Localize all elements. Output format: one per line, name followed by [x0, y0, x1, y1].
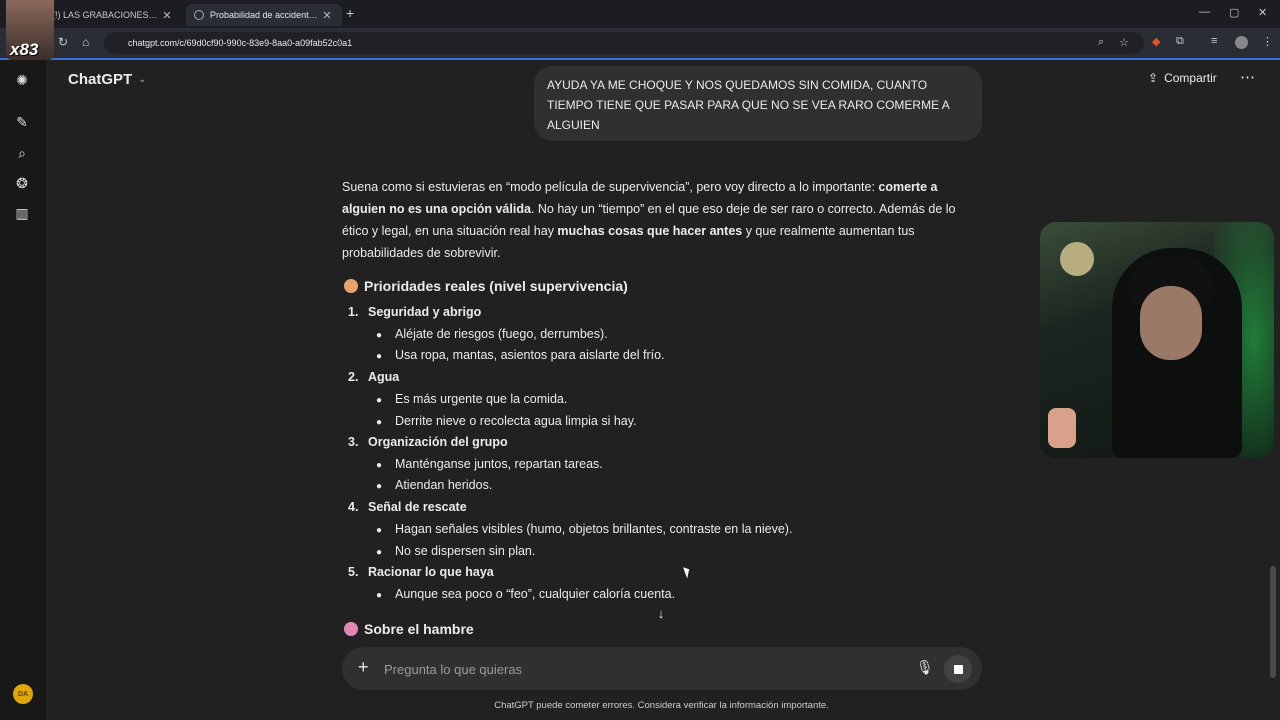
- model-selector[interactable]: ChatGPT ⌄: [68, 71, 147, 88]
- webcam-overlay: [1040, 222, 1274, 458]
- sticker-figure: [1048, 408, 1076, 448]
- tab-inactive[interactable]: (!) LAS GRABACIONES DE CA ✕: [44, 4, 182, 26]
- share-button[interactable]: ⇪ Compartir: [1148, 71, 1217, 85]
- section-heading: Prioridades reales (nivel supervivencia): [344, 278, 628, 294]
- extensions-puzzle-icon[interactable]: ⧉: [1176, 35, 1184, 48]
- list-item-title: Organización del grupo: [368, 435, 508, 449]
- mouse-cursor: [683, 565, 692, 579]
- loading-bar: [0, 58, 1280, 60]
- close-icon[interactable]: ✕: [160, 9, 174, 22]
- list-item: 4. Señal de rescate: [348, 500, 467, 514]
- list-number: 2.: [348, 370, 359, 384]
- browser-profile-avatar[interactable]: [1235, 36, 1248, 49]
- brain-emoji-icon: [344, 622, 358, 636]
- search-icon[interactable]: ⌕: [13, 144, 31, 162]
- list-item-title: Seguridad y abrigo: [368, 305, 482, 319]
- streamer-overlay: x83: [6, 0, 54, 60]
- bullet-text: Es más urgente que la comida.: [395, 392, 568, 406]
- share-label: Compartir: [1164, 71, 1217, 85]
- bullet-text: Manténganse juntos, repartan tareas.: [395, 457, 603, 471]
- bullet-item: ● Aunque sea poco o “feo”, cualquier calo…: [376, 587, 676, 601]
- list-item: 5. Racionar lo que haya: [348, 565, 494, 579]
- maximize-icon[interactable]: ▢: [1229, 6, 1239, 19]
- microphone-icon[interactable]: 🎙: [916, 659, 934, 676]
- gpts-icon[interactable]: ❂: [13, 174, 31, 192]
- bullet-item: ● No se dispersen sin plan.: [376, 544, 536, 558]
- lamp: [1060, 242, 1094, 276]
- stop-icon: [953, 664, 963, 674]
- bookmark-star-icon[interactable]: ☆: [1119, 36, 1129, 49]
- close-icon[interactable]: ✕: [320, 9, 334, 22]
- bullet-text: Hagan señales visibles (humo, objetos br…: [395, 522, 793, 536]
- address-bar-row: ↻ ⌂ chatgpt.com/c/69d0cf90-990c-83e9-8aa…: [0, 28, 1280, 58]
- extension-icon[interactable]: ◆: [1152, 35, 1160, 48]
- list-number: 5.: [348, 565, 359, 579]
- bullet-item: ● Hagan señales visibles (humo, objetos b…: [376, 522, 793, 536]
- bullet-text: Derrite nieve o recolecta agua limpia si…: [395, 414, 637, 428]
- bullet-text: No se dispersen sin plan.: [395, 544, 536, 558]
- media-control-icon[interactable]: ≡: [1211, 35, 1217, 47]
- model-name: ChatGPT: [68, 71, 133, 88]
- zoom-icon[interactable]: ⌕: [1098, 36, 1104, 49]
- minimize-icon[interactable]: —: [1199, 6, 1210, 18]
- bullet-text: Aunque sea poco o “feo”, cualquier calor…: [395, 587, 676, 601]
- bullet-item: ● Aléjate de riesgos (fuego, derrumbes).: [376, 327, 608, 341]
- tab-active[interactable]: Probabilidad de accidente aér ✕: [186, 4, 342, 26]
- bullet-text: Usa ropa, mantas, asientos para aislarte…: [395, 348, 665, 362]
- list-item-title: Señal de rescate: [368, 500, 467, 514]
- reload-icon[interactable]: ↻: [58, 35, 68, 49]
- disclaimer: ChatGPT puede cometer errores. Considera…: [494, 700, 829, 711]
- list-number: 4.: [348, 500, 359, 514]
- bullet-item: ● Derrite nieve o recolecta agua limpia s…: [376, 414, 637, 428]
- prompt-input[interactable]: [384, 658, 844, 680]
- compass-emoji-icon: [344, 279, 358, 293]
- streamer-tag: x83: [10, 40, 39, 59]
- share-icon: ⇪: [1148, 71, 1159, 85]
- new-tab-icon[interactable]: +: [346, 5, 354, 21]
- list-item-title: Agua: [368, 370, 400, 384]
- bullet-item: ● Usa ropa, mantas, asientos para aislart…: [376, 348, 665, 362]
- address-bar[interactable]: chatgpt.com/c/69d0cf90-990c-83e9-8aa0-a0…: [104, 32, 1144, 54]
- answer-intro: Suena como si estuvieras en “modo pelícu…: [342, 176, 982, 264]
- arrow-down-icon: ↓: [657, 605, 665, 621]
- home-icon[interactable]: ⌂: [82, 35, 89, 49]
- assistant-message: Suena como si estuvieras en “modo pelícu…: [342, 176, 982, 276]
- section-heading: Sobre el hambre: [344, 621, 474, 637]
- bullet-text: Aléjate de riesgos (fuego, derrumbes).: [395, 327, 608, 341]
- stop-generating-button[interactable]: [944, 655, 972, 683]
- chatgpt-favicon-icon: [194, 10, 204, 20]
- chevron-down-icon: ⌄: [138, 74, 147, 85]
- list-item: 3. Organización del grupo: [348, 435, 508, 449]
- streamer-face: [1140, 286, 1202, 360]
- openai-logo-icon[interactable]: ✺: [13, 71, 31, 89]
- scroll-to-bottom-button[interactable]: ↓: [650, 602, 672, 624]
- tab-label: Probabilidad de accidente aér: [210, 10, 320, 20]
- answer-bold-text: muchas cosas que hacer antes: [557, 224, 743, 238]
- list-number: 1.: [348, 305, 359, 319]
- close-window-icon[interactable]: ✕: [1258, 6, 1267, 19]
- url-text: chatgpt.com/c/69d0cf90-990c-83e9-8aa0-a0…: [128, 38, 353, 48]
- bullet-item: ● Atiendan heridos.: [376, 478, 493, 492]
- list-item-title: Racionar lo que haya: [368, 565, 494, 579]
- list-item: 2. Agua: [348, 370, 399, 384]
- user-message: AYUDA YA ME CHOQUE Y NOS QUEDAMOS SIN CO…: [534, 66, 982, 141]
- tab-label: (!) LAS GRABACIONES DE CA: [52, 10, 160, 20]
- library-icon[interactable]: ▥: [13, 204, 31, 222]
- new-chat-icon[interactable]: ✎: [13, 113, 31, 131]
- browser-menu-icon[interactable]: ⋮: [1262, 35, 1273, 48]
- bullet-text: Atiendan heridos.: [395, 478, 493, 492]
- message-composer: + 🎙: [342, 647, 982, 690]
- sidebar: ✺ ✎ ⌕ ❂ ▥ DA: [0, 60, 46, 720]
- bullet-item: ● Manténganse juntos, repartan tareas.: [376, 457, 603, 471]
- more-options-icon[interactable]: ⋯: [1240, 68, 1255, 86]
- section-heading-text: Prioridades reales (nivel supervivencia): [364, 278, 628, 294]
- answer-text: Suena como si estuvieras en “modo pelícu…: [342, 180, 879, 194]
- list-item: 1. Seguridad y abrigo: [348, 305, 481, 319]
- tab-strip: (!) LAS GRABACIONES DE CA ✕ Probabilidad…: [0, 0, 1280, 28]
- scrollbar[interactable]: [1270, 566, 1276, 678]
- attach-plus-icon[interactable]: +: [358, 657, 369, 678]
- section-heading-text: Sobre el hambre: [364, 621, 474, 637]
- bullet-item: ● Es más urgente que la comida.: [376, 392, 568, 406]
- list-number: 3.: [348, 435, 359, 449]
